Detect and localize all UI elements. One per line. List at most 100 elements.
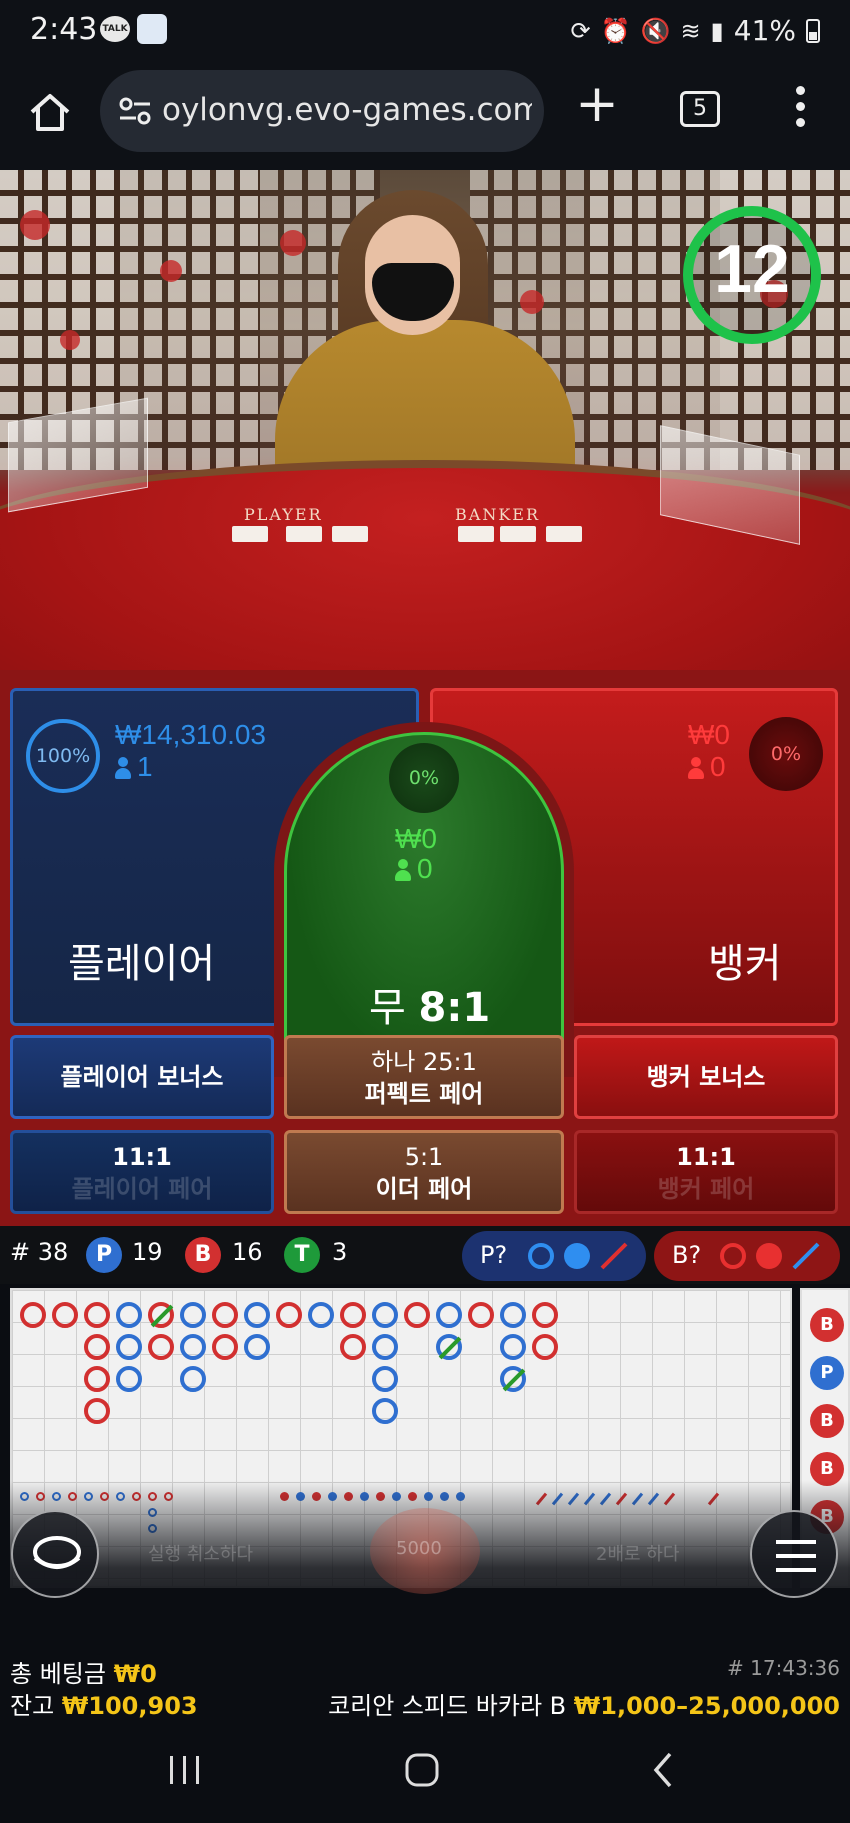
perfect-pair-odds: 하나 25:1 — [371, 1048, 477, 1076]
road-bead-banker — [84, 1334, 110, 1360]
road-bead-banker — [532, 1302, 558, 1328]
big-eye-icon — [720, 1243, 746, 1269]
player-bonus-button[interactable]: 플레이어 보너스 — [10, 1035, 274, 1119]
status-bar: 2:43 TALK ⟳ ⏰ 🔇 ≋ ▮ 41% — [0, 0, 850, 62]
banker-bet-amount: ₩0 — [688, 719, 730, 750]
browser-menu-icon[interactable] — [790, 86, 810, 132]
game-menu-button[interactable] — [750, 1510, 838, 1598]
player-bettors-count: 1 — [137, 751, 153, 782]
wifi-icon: ≋ — [680, 16, 701, 45]
road-bead-banker — [148, 1334, 174, 1360]
battery-percent: 41% — [733, 14, 796, 47]
small-road-icon — [756, 1243, 782, 1269]
signal-icon: ▮ — [710, 16, 724, 45]
side-bead: B — [810, 1308, 844, 1342]
bet-limits: ₩1,000–25,000,000 — [573, 1692, 840, 1720]
new-tab-button[interactable]: + — [575, 78, 619, 130]
side-bead: B — [810, 1404, 844, 1438]
road-bead-banker — [84, 1302, 110, 1328]
back-icon[interactable] — [650, 1750, 676, 1790]
road-bead-player — [372, 1334, 398, 1360]
road-bead-player-tie — [436, 1334, 462, 1360]
home-icon[interactable] — [28, 90, 72, 134]
banker-prediction-button[interactable]: B? — [654, 1231, 840, 1281]
cockroach-road-icon — [600, 1242, 628, 1270]
road-bead-player — [244, 1334, 270, 1360]
banker-pair-button[interactable]: 11:1 뱅커 페어 — [574, 1130, 838, 1214]
site-settings-icon[interactable] — [118, 94, 152, 128]
lobby-button[interactable] — [11, 1510, 99, 1598]
road-bead-banker — [212, 1302, 238, 1328]
banker-bonus-button[interactable]: 뱅커 보너스 — [574, 1035, 838, 1119]
banker-badge-icon: B — [185, 1237, 221, 1273]
undo-button[interactable]: 실행 취소하다 — [148, 1540, 253, 1566]
road-bead-banker — [52, 1302, 78, 1328]
double-button[interactable]: 2배로 하다 — [596, 1540, 679, 1566]
either-pair-button[interactable]: 5:1 이더 페어 — [284, 1130, 564, 1214]
bet-spot-tie[interactable]: 0% ₩0 0 무 8:1 — [284, 732, 564, 1067]
balance: 잔고 ₩100,903 — [10, 1686, 198, 1721]
blossom — [20, 210, 50, 240]
total-bet-value: ₩0 — [113, 1660, 157, 1688]
road-bead-player — [500, 1302, 526, 1328]
road-bead-player — [372, 1302, 398, 1328]
recent-apps-icon[interactable] — [168, 1754, 202, 1786]
round-number: # 38 — [10, 1238, 69, 1266]
playing-card — [546, 526, 582, 542]
tab-switcher-button[interactable]: 5 — [680, 91, 720, 127]
road-bead-banker — [20, 1302, 46, 1328]
tie-badge-icon: T — [284, 1237, 320, 1273]
playing-card — [232, 526, 268, 542]
chip-stack-icon — [33, 1536, 81, 1569]
table-label-banker: BANKER — [455, 505, 540, 524]
player-bettors: 1 — [115, 751, 153, 783]
status-time: 2:43 — [30, 12, 98, 47]
user-icon — [115, 757, 131, 779]
home-nav-icon[interactable] — [404, 1752, 440, 1788]
road-bead-player — [372, 1366, 398, 1392]
kakaotalk-icon: TALK — [100, 16, 130, 42]
player-badge-icon: P — [86, 1237, 122, 1273]
banker-label: 뱅커 — [708, 941, 782, 987]
road-bead-banker — [84, 1366, 110, 1392]
blossom — [520, 290, 544, 314]
player-predict-label: P? — [480, 1241, 508, 1269]
banker-pair-label: 뱅커 페어 — [657, 1175, 755, 1203]
road-bead-banker-tie — [148, 1302, 174, 1328]
tie-label: 무 8:1 — [369, 975, 490, 1033]
shoe-statistics: # 38 P 19 B 16 T 3 P? B? — [0, 1226, 850, 1284]
url-text[interactable]: oylonvg.evo-games.com — [162, 92, 532, 128]
player-prediction-button[interactable]: P? — [462, 1231, 646, 1281]
tie-payout: 8:1 — [418, 985, 491, 1031]
player-pair-odds: 11:1 — [112, 1143, 172, 1171]
playing-card — [500, 526, 536, 542]
user-icon — [688, 757, 704, 779]
browser-toolbar: oylonvg.evo-games.com + 5 — [0, 62, 850, 170]
perfect-pair-button[interactable]: 하나 25:1 퍼펙트 페어 — [284, 1035, 564, 1119]
road-bead-banker — [276, 1302, 302, 1328]
banker-percent-ring: 0% — [749, 717, 823, 791]
road-bead-player — [372, 1398, 398, 1424]
road-bead-player — [500, 1334, 526, 1360]
road-bead-player — [116, 1366, 142, 1392]
small-road-icon — [564, 1243, 590, 1269]
tie-bettors: 0 — [395, 853, 433, 885]
blossom — [60, 330, 80, 350]
game-info-footer: 총 베팅금 ₩0 잔고 ₩100,903 # 17:43:36 코리안 스피드 … — [0, 1640, 850, 1720]
battery-icon — [806, 18, 820, 43]
player-percent-ring: 100% — [26, 719, 100, 793]
betting-grid: 100% ₩14,310.03 1 플레이어 ₩0 0 0% 뱅커 0% ₩0 … — [0, 670, 850, 1230]
perfect-pair-label: 퍼펙트 페어 — [364, 1080, 484, 1108]
either-pair-odds: 5:1 — [404, 1143, 444, 1171]
tie-percent-ring: 0% — [389, 743, 459, 813]
table-info: 코리안 스피드 바카라 B ₩1,000–25,000,000 — [328, 1686, 840, 1721]
big-eye-icon — [528, 1243, 554, 1269]
playing-card — [332, 526, 368, 542]
road-bead-player — [116, 1334, 142, 1360]
banker-bettors-count: 0 — [710, 751, 726, 782]
live-video-feed: PLAYER BANKER 12 — [0, 170, 850, 690]
address-bar[interactable]: oylonvg.evo-games.com — [100, 70, 544, 152]
player-pair-button[interactable]: 11:1 플레이어 페어 — [10, 1130, 274, 1214]
cockroach-road-icon — [792, 1242, 820, 1270]
banker-predict-label: B? — [672, 1241, 702, 1269]
